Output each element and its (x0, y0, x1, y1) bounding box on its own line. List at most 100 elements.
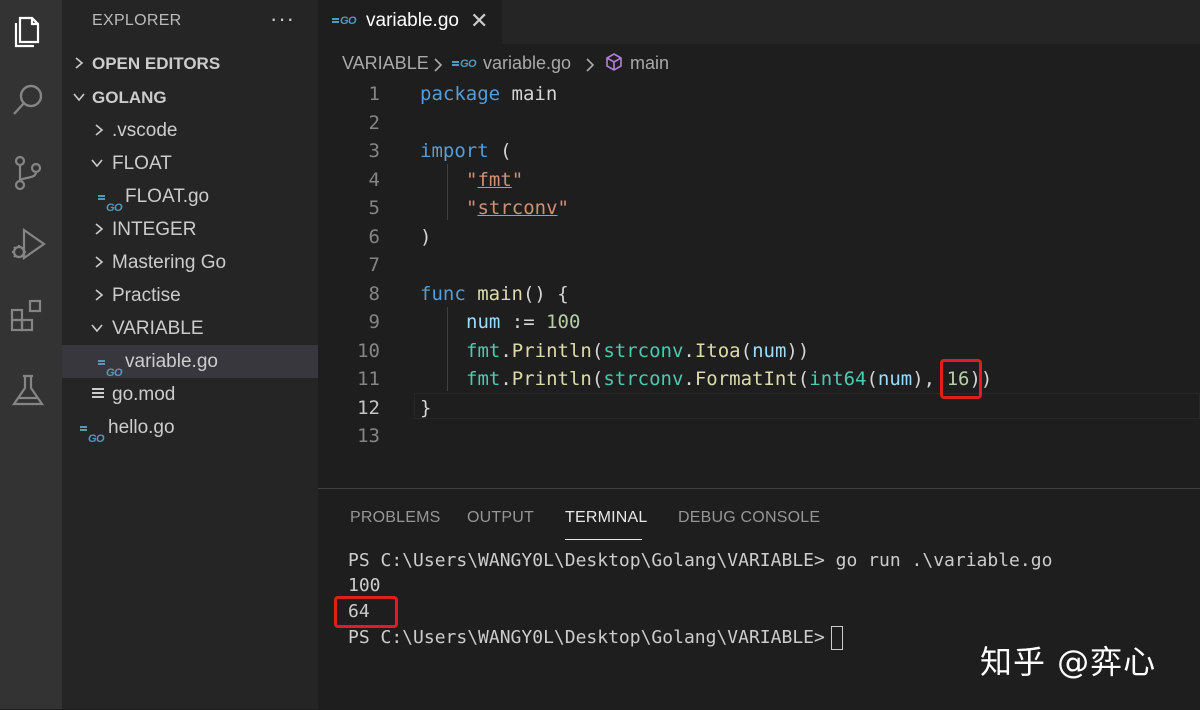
terminal-cursor (830, 626, 843, 650)
breadcrumb-folder[interactable]: VARIABLE (342, 53, 429, 74)
package-name: fmt (466, 340, 501, 362)
activity-bar (0, 0, 62, 709)
code-line: "strconv" (466, 194, 569, 222)
run-debug-icon[interactable] (8, 222, 48, 262)
code-text: ( (591, 340, 604, 362)
code-line: package main (420, 80, 557, 108)
tab-variable-go[interactable]: GO variable.go ✕ (318, 0, 502, 44)
code-text: . (500, 340, 512, 362)
keyword: import (420, 140, 489, 162)
function-name: main (477, 283, 523, 305)
close-icon[interactable]: ✕ (470, 8, 488, 34)
chevron-right-icon (92, 246, 106, 279)
number-literal: 100 (546, 311, 581, 333)
line-number: 11 (357, 368, 380, 390)
line-number: 3 (368, 140, 380, 162)
chevron-right-icon (92, 213, 106, 246)
line-number: 8 (368, 283, 380, 305)
code-text: ( (797, 368, 810, 390)
code-line: fmt.Println(strconv.FormatInt(int64(num)… (466, 365, 992, 393)
string-literal: fmt (477, 169, 512, 191)
tab-debug-console[interactable]: DEBUG CONSOLE (678, 509, 820, 527)
code-line: ) (420, 226, 432, 248)
tab-problems[interactable]: PROBLEMS (350, 509, 441, 527)
tree-item-label: VARIABLE (112, 318, 204, 339)
go-file-icon: GO (79, 423, 105, 456)
line-number: 12 (357, 397, 380, 419)
tree-item-float-go[interactable]: GO FLOAT.go (62, 180, 318, 214)
chevron-right-icon (584, 56, 596, 77)
chevron-right-icon (72, 47, 86, 80)
line-number: 7 (368, 254, 380, 276)
code-text: . (683, 340, 695, 362)
code-line: num := 100 (466, 308, 580, 336)
package-name: fmt (466, 368, 501, 390)
string-quote: " (557, 197, 569, 219)
keyword: func (420, 283, 466, 305)
code-text: ( (488, 140, 512, 162)
tab-output[interactable]: OUTPUT (467, 509, 534, 527)
go-file-icon: GO (331, 15, 357, 27)
line-number: 2 (368, 112, 380, 134)
tree-item-practise[interactable]: Practise (62, 279, 318, 312)
tree-item-vscode[interactable]: .vscode (62, 114, 318, 147)
function-name: FormatInt (694, 368, 798, 390)
chevron-down-icon (90, 147, 104, 180)
section-open-editors[interactable]: OPEN EDITORS (62, 47, 318, 80)
terminal-prompt-line[interactable]: PS C:\Users\WANGY0L\Desktop\Golang\VARIA… (348, 625, 843, 651)
line-number: 5 (368, 197, 380, 219)
line-number: 10 (357, 340, 380, 362)
source-control-icon[interactable] (8, 152, 48, 192)
chevron-down-icon (72, 81, 86, 114)
tab-terminal[interactable]: TERMINAL (565, 509, 648, 527)
breadcrumb-symbol[interactable]: main (630, 53, 669, 74)
tree-item-go-mod[interactable]: go.mod (62, 378, 318, 411)
function-name: Println (511, 340, 592, 362)
tree-item-label: hello.go (108, 417, 175, 438)
variable: num (466, 311, 501, 333)
testing-icon[interactable] (8, 370, 48, 410)
files-icon[interactable] (8, 10, 48, 50)
section-golang[interactable]: GOLANG (62, 81, 318, 114)
explorer-sidebar: EXPLORER ··· OPEN EDITORS GOLANG .vscode… (62, 0, 318, 709)
code-text: ( (591, 368, 604, 390)
chevron-right-icon (432, 56, 444, 77)
string-quote: " (511, 169, 524, 191)
code-line: func main() { (420, 280, 569, 308)
code-text: . (500, 368, 512, 390)
code-text: . (683, 368, 695, 390)
code-line: "fmt" (466, 166, 523, 194)
tree-item-label: go.mod (112, 384, 176, 405)
watermark: 知乎 @弈心 (980, 643, 1157, 681)
symbol-method-icon (604, 52, 624, 77)
code-text: () { (522, 283, 569, 305)
tree-item-variable-go[interactable]: GO variable.go (62, 345, 318, 379)
active-tab-indicator (565, 539, 642, 540)
section-label: OPEN EDITORS (92, 54, 221, 73)
section-label: GOLANG (92, 88, 167, 107)
tree-item-float-folder[interactable]: FLOAT (62, 147, 318, 180)
line-number: 1 (368, 83, 380, 105)
tree-item-variable-folder[interactable]: VARIABLE (62, 312, 318, 345)
terminal-prompt: PS C:\Users\WANGY0L\Desktop\Golang\VARIA… (348, 627, 825, 648)
code-text: ( (740, 340, 753, 362)
type-name: int64 (809, 368, 867, 390)
indent-guide (447, 307, 448, 391)
line-number: 6 (368, 226, 380, 248)
tree-item-label: FLOAT (112, 153, 172, 174)
more-actions-icon[interactable]: ··· (270, 6, 295, 32)
chevron-down-icon (90, 312, 104, 345)
string-quote: " (466, 169, 478, 191)
package-name: strconv (603, 368, 684, 390)
extensions-icon[interactable] (8, 296, 48, 336)
code-editor[interactable]: 1 2 3 4 5 6 7 8 9 10 11 12 13 package ma… (318, 80, 1200, 485)
keyword: package (420, 83, 501, 105)
tree-item-hello-go[interactable]: GO hello.go (62, 411, 318, 445)
line-number: 9 (368, 311, 380, 333)
breadcrumb-file[interactable]: variable.go (483, 53, 571, 74)
search-icon[interactable] (8, 80, 48, 120)
tree-item-integer[interactable]: INTEGER (62, 213, 318, 246)
chevron-right-icon (92, 279, 106, 312)
operator: := (500, 311, 547, 333)
tree-item-mastering-go[interactable]: Mastering Go (62, 246, 318, 279)
